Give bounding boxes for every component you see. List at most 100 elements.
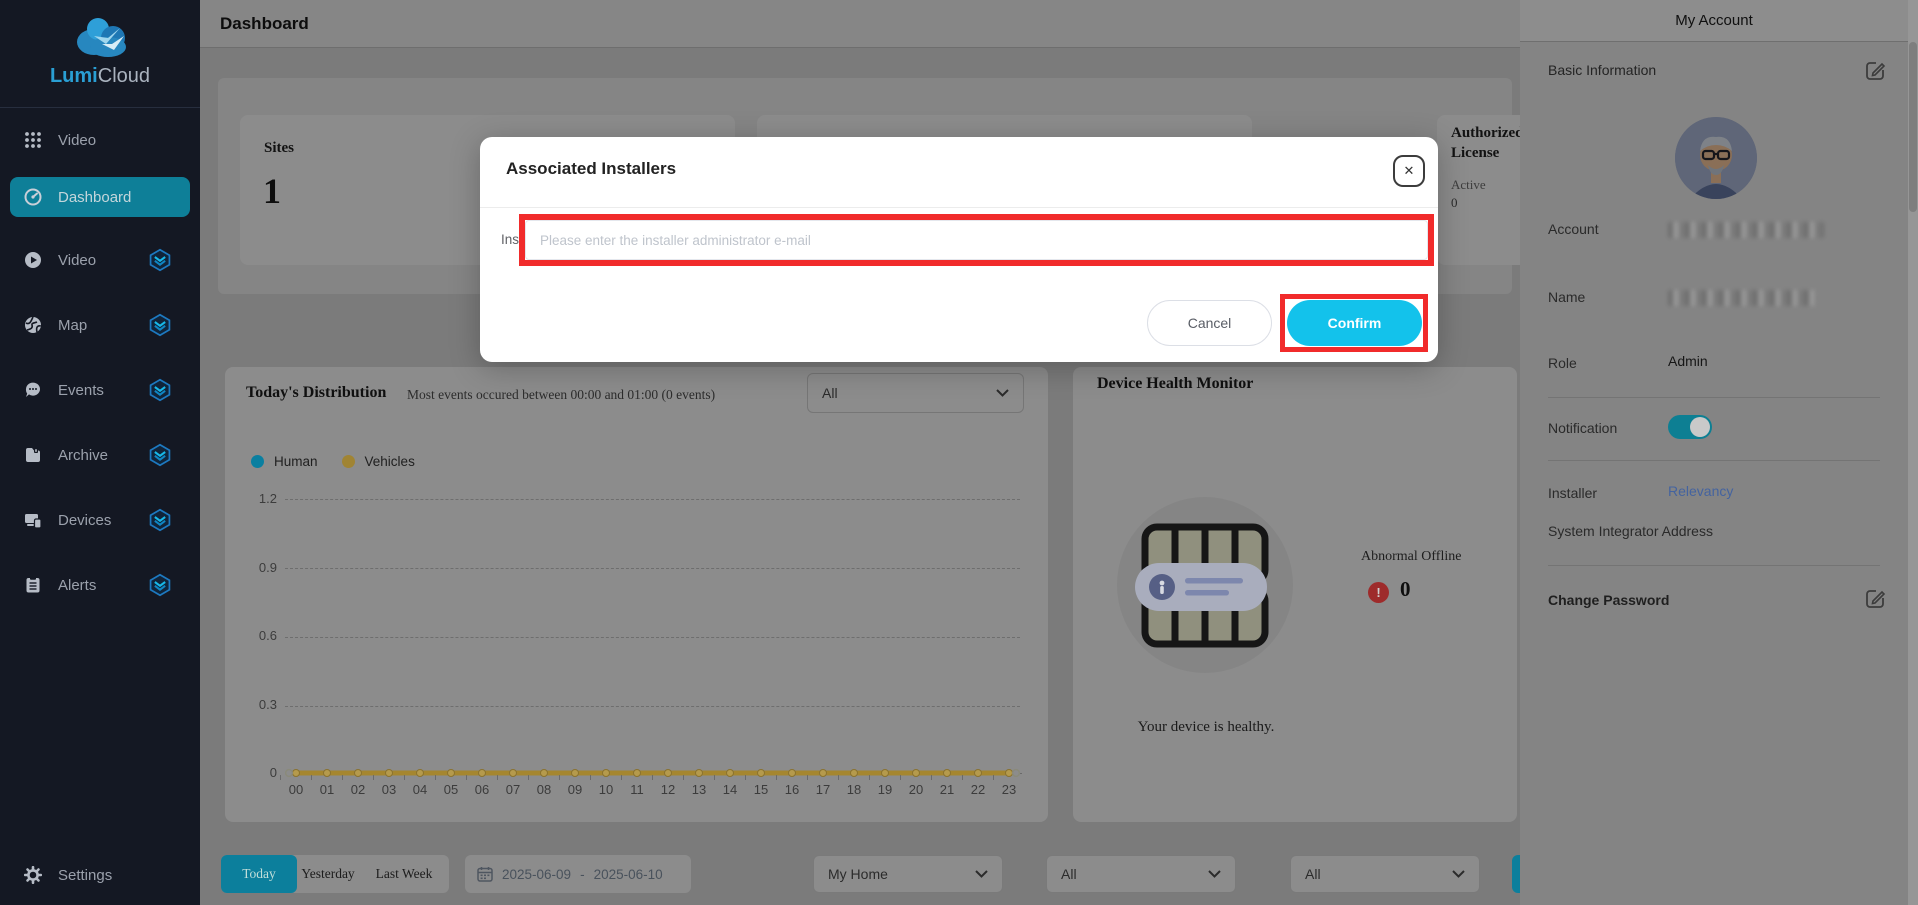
panel-divider [1548, 460, 1880, 461]
device-healthy-message: Your device is healthy. [1073, 719, 1339, 736]
gridline [285, 706, 1020, 707]
x-tick-label: 19 [874, 782, 896, 797]
x-tick-label: 18 [843, 782, 865, 797]
date-from-value: 2025-06-09 [502, 867, 571, 882]
x-tick-label: 15 [750, 782, 772, 797]
license-value: 0 [1451, 195, 1458, 211]
modal-divider [480, 207, 1438, 208]
associated-installers-modal: Associated Installers ✕ Installer Cancel… [480, 137, 1438, 362]
grid-icon [24, 131, 42, 149]
x-axis-tick-marks [280, 775, 1007, 780]
distribution-title: Today's Distribution [246, 384, 386, 402]
x-tick-label: 10 [595, 782, 617, 797]
x-tick-label: 11 [626, 782, 648, 797]
vehicles-legend-dot [342, 455, 355, 468]
sidebar-item-archive[interactable]: Archive [10, 435, 190, 475]
abnormal-alert-icon: ! [1368, 582, 1389, 603]
installer-email-input[interactable] [525, 220, 1428, 260]
shield-badge-icon [148, 378, 172, 402]
edit-icon[interactable] [1864, 588, 1886, 610]
x-tick-label: 22 [967, 782, 989, 797]
sidebar-item-video[interactable]: Video [10, 240, 190, 280]
distribution-subtitle: Most events occured between 00:00 and 01… [407, 387, 715, 403]
role-label: Role [1548, 355, 1577, 371]
x-tick-label: 02 [347, 782, 369, 797]
filter-select-1-value: All [1061, 866, 1077, 882]
today-button[interactable]: Today [221, 855, 297, 893]
x-tick-label: 17 [812, 782, 834, 797]
x-tick-label: 01 [316, 782, 338, 797]
play-icon [24, 251, 42, 269]
yesterday-button[interactable]: Yesterday [297, 855, 359, 893]
y-tick: 0.6 [233, 628, 277, 644]
app-root: LumiCloud Video Dashboard Video [0, 0, 1918, 905]
account-panel-header: My Account [1520, 0, 1908, 42]
sidebar-item-settings[interactable]: Settings [10, 855, 190, 895]
sidebar: LumiCloud Video Dashboard Video [0, 0, 200, 905]
notification-label: Notification [1548, 420, 1617, 436]
calendar-icon [477, 866, 493, 882]
cancel-button[interactable]: Cancel [1147, 300, 1272, 346]
x-tick-label: 04 [409, 782, 431, 797]
vehicles-legend-label: Vehicles [365, 454, 415, 469]
x-tick-label: 12 [657, 782, 679, 797]
devices-icon [24, 511, 42, 529]
panel-divider [1548, 565, 1880, 566]
role-value: Admin [1668, 353, 1708, 369]
gridline [285, 637, 1020, 638]
sidebar-item-label: Map [58, 317, 87, 334]
avatar [1675, 117, 1757, 199]
y-tick: 0 [233, 765, 277, 781]
edit-icon[interactable] [1864, 60, 1886, 82]
account-value-redacted [1668, 222, 1824, 238]
page-title: Dashboard [220, 14, 309, 34]
x-tick-label: 23 [998, 782, 1020, 797]
sidebar-divider [0, 107, 200, 108]
sidebar-item-label: Settings [58, 867, 112, 884]
gridline [285, 499, 1020, 500]
date-range-picker[interactable]: 2025-06-09 - 2025-06-10 [465, 855, 691, 893]
gridline [285, 568, 1020, 569]
sidebar-item-events[interactable]: Events [10, 370, 190, 410]
confirm-button[interactable]: Confirm [1287, 300, 1422, 346]
device-health-title: Device Health Monitor [1097, 375, 1253, 393]
chevron-down-icon [996, 389, 1009, 397]
filter-select-1[interactable]: All [1046, 855, 1236, 893]
gauge-icon [24, 188, 42, 206]
x-tick-label: 09 [564, 782, 586, 797]
date-range-segmented-control: Today Yesterday Last Week [221, 855, 449, 893]
y-axis-ticks: 1.2 0.9 0.6 0.3 0 [233, 491, 277, 781]
sidebar-item-dashboard[interactable]: Dashboard [10, 177, 190, 217]
distribution-filter-select[interactable]: All [807, 373, 1024, 413]
installer-relevancy-link[interactable]: Relevancy [1668, 483, 1733, 499]
device-health-illustration [1127, 507, 1283, 663]
chat-icon [24, 381, 42, 399]
chevron-down-icon [975, 870, 988, 878]
chevron-down-icon [1452, 870, 1465, 878]
x-tick-label: 13 [688, 782, 710, 797]
sites-value: 1 [263, 170, 281, 212]
sidebar-item-video-wall[interactable]: Video [10, 120, 190, 160]
app-logo: LumiCloud [0, 14, 200, 88]
date-separator: - [580, 867, 585, 882]
my-account-panel: My Account Basic Information Ac [1520, 0, 1908, 905]
x-tick-label: 06 [471, 782, 493, 797]
sidebar-item-alerts[interactable]: Alerts [10, 565, 190, 605]
name-label: Name [1548, 289, 1585, 305]
y-tick: 0.3 [233, 697, 277, 713]
notification-toggle[interactable] [1668, 415, 1712, 439]
scrollbar[interactable] [1908, 0, 1918, 905]
filter-select-2[interactable]: All [1290, 855, 1480, 893]
last-week-button[interactable]: Last Week [359, 855, 449, 893]
close-icon[interactable]: ✕ [1393, 155, 1425, 187]
x-tick-label: 07 [502, 782, 524, 797]
account-label: Account [1548, 221, 1599, 237]
sidebar-item-map[interactable]: Map [10, 305, 190, 345]
site-select[interactable]: My Home [813, 855, 1003, 893]
y-tick: 0.9 [233, 560, 277, 576]
scrollbar-thumb[interactable] [1909, 42, 1917, 212]
gear-icon [24, 866, 42, 884]
sidebar-item-label: Events [58, 382, 104, 399]
distribution-filter-value: All [822, 385, 838, 401]
sidebar-item-devices[interactable]: Devices [10, 500, 190, 540]
